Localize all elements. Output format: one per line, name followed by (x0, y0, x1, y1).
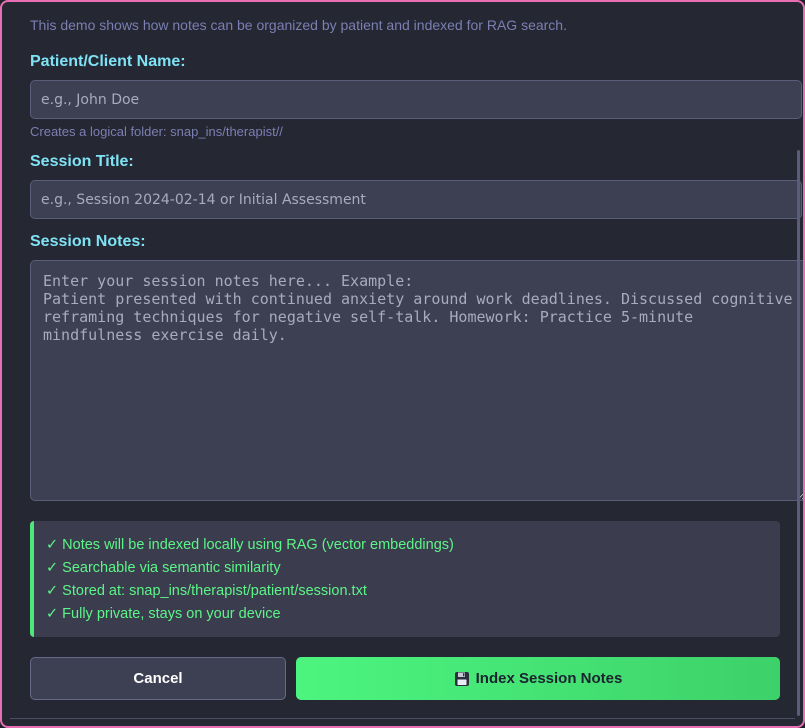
footer-divider (10, 718, 795, 719)
dialog-description: This demo shows how notes can be organiz… (30, 17, 567, 33)
dialog-scrollbar[interactable] (797, 150, 800, 716)
floppy-disk-icon (454, 671, 470, 687)
session-title-label: Session Title: (30, 153, 134, 170)
session-title-input[interactable] (30, 180, 802, 219)
index-button-label: Index Session Notes (475, 670, 623, 687)
info-item: ✓ Stored at: snap_ins/therapist/patient/… (46, 583, 367, 599)
patient-name-input[interactable] (30, 80, 802, 119)
index-session-notes-button[interactable]: Index Session Notes (296, 657, 780, 700)
cancel-button[interactable]: Cancel (30, 657, 286, 700)
index-notes-dialog: This demo shows how notes can be organiz… (0, 0, 805, 728)
patient-folder-hint: Creates a logical folder: snap_ins/thera… (30, 124, 283, 139)
info-item: ✓ Searchable via semantic similarity (46, 560, 281, 576)
info-item: ✓ Notes will be indexed locally using RA… (46, 537, 454, 553)
info-panel: ✓ Notes will be indexed locally using RA… (30, 521, 780, 637)
cancel-button-label: Cancel (133, 670, 183, 687)
info-item: ✓ Fully private, stays on your device (46, 606, 281, 622)
session-notes-label: Session Notes: (30, 233, 146, 250)
patient-name-label: Patient/Client Name: (30, 53, 186, 70)
session-notes-textarea[interactable] (30, 260, 803, 501)
